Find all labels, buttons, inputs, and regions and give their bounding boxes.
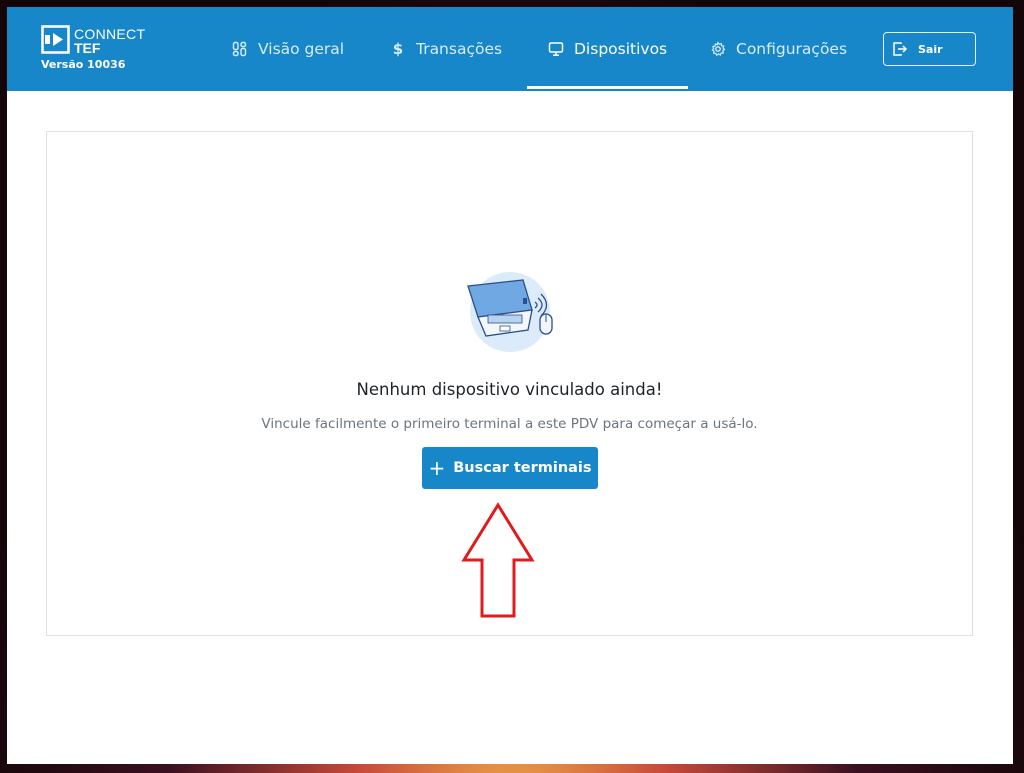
- empty-state-title: Nenhum dispositivo vinculado ainda!: [356, 380, 663, 399]
- gear-icon: [710, 41, 726, 57]
- logout-icon: [892, 41, 908, 57]
- svg-text:$: $: [393, 41, 403, 57]
- app-window: CONNECT TEF Versão 10036 Visão geral $ T…: [7, 7, 1013, 764]
- empty-state-description: Vincule facilmente o primeiro terminal a…: [261, 416, 758, 432]
- monitor-icon: [548, 41, 564, 57]
- top-navigation-bar: CONNECT TEF Versão 10036 Visão geral $ T…: [7, 7, 1013, 91]
- nav-tab-settings-label: Configurações: [736, 40, 848, 58]
- dollar-icon: $: [390, 41, 406, 57]
- plus-icon: +: [428, 456, 446, 480]
- empty-state-card: Nenhum dispositivo vinculado ainda! Vinc…: [46, 131, 973, 636]
- active-tab-indicator: [527, 86, 688, 89]
- logout-button[interactable]: Sair: [883, 32, 976, 66]
- search-terminals-label: Buscar terminais: [453, 460, 592, 476]
- nav-tab-transactions-label: Transações: [416, 40, 503, 58]
- overview-icon: [232, 41, 248, 57]
- laptop-wireless-illustration: [467, 272, 553, 352]
- red-arrow-up-annotation: [461, 502, 535, 618]
- nav-tab-overview[interactable]: Visão geral: [232, 7, 344, 91]
- nav-tab-devices[interactable]: Dispositivos: [548, 7, 667, 91]
- search-terminals-button[interactable]: + Buscar terminais: [422, 447, 598, 489]
- nav-tab-transactions[interactable]: $ Transações: [390, 7, 502, 91]
- nav-tab-overview-label: Visão geral: [258, 40, 345, 58]
- nav-tab-devices-label: Dispositivos: [574, 40, 668, 58]
- app-version: Versão 10036: [41, 58, 126, 71]
- nav-tab-settings[interactable]: Configurações: [710, 7, 847, 91]
- logout-label: Sair: [918, 42, 943, 56]
- connect-tef-logo-icon: [41, 25, 70, 54]
- brand-name-tef: TEF: [74, 40, 101, 56]
